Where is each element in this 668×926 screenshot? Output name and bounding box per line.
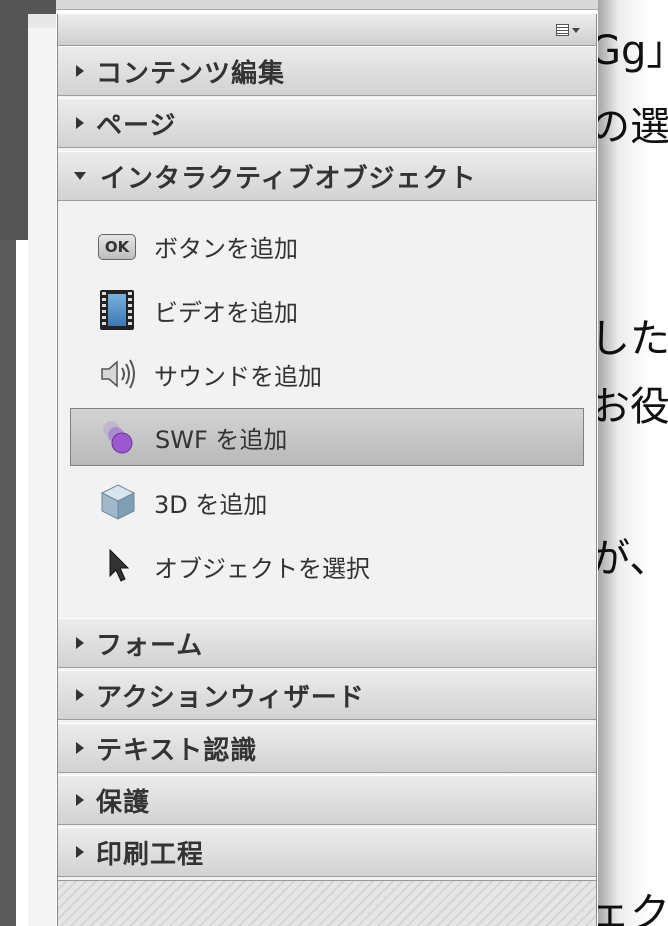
tool-label: SWF を追加: [155, 425, 288, 454]
disclosure-right-icon: [76, 117, 84, 129]
tool-add-swf[interactable]: SWF を追加: [70, 408, 584, 466]
panel-empty-area: [58, 880, 596, 926]
tool-add-sound[interactable]: サウンドを追加: [70, 345, 584, 403]
disclosure-right-icon: [76, 794, 84, 806]
document-left-background-lower: [0, 240, 16, 926]
section-print-production[interactable]: 印刷工程: [58, 827, 596, 877]
document-text-line: の選択: [598, 104, 668, 150]
tool-label: ビデオを追加: [154, 298, 298, 327]
disclosure-right-icon: [76, 846, 84, 858]
tool-label: オブジェクトを選択: [154, 554, 370, 583]
section-protection[interactable]: 保護: [58, 775, 596, 825]
tool-add-3d[interactable]: 3D を追加: [70, 473, 584, 531]
section-label: 保護: [96, 787, 151, 818]
section-pages[interactable]: ページ: [58, 98, 596, 148]
section-label: アクションウィザード: [96, 682, 365, 713]
tool-add-button[interactable]: OK ボタンを追加: [70, 217, 584, 275]
tool-label: ボタンを追加: [154, 234, 298, 263]
interactive-objects-tool-list: OK ボタンを追加 ビデオを追加 サウンドを追加 SWF を追加 3D を追加 …: [58, 205, 596, 618]
cube-icon: [98, 482, 138, 522]
section-label: 印刷工程: [96, 839, 205, 870]
section-interactive-objects[interactable]: インタラクティブオブジェクト: [58, 151, 596, 201]
scroll-track-top: [28, 14, 56, 28]
document-text-line: が、: [598, 536, 668, 582]
document-text-line: お役: [598, 384, 668, 430]
section-label: ページ: [96, 110, 177, 141]
chevron-down-icon: [572, 27, 580, 33]
disclosure-right-icon: [76, 637, 84, 649]
tool-add-video[interactable]: ビデオを追加: [70, 281, 584, 339]
window-top-edge: [56, 0, 656, 10]
list-icon: [556, 24, 569, 36]
section-text-recognition[interactable]: テキスト認識: [58, 723, 596, 773]
swf-icon: [99, 417, 139, 457]
document-page: Gg」 の選択 した お役 が、 ェク: [598, 0, 668, 926]
section-label: フォーム: [96, 630, 204, 661]
tool-label: サウンドを追加: [154, 362, 322, 391]
film-icon: [98, 290, 138, 330]
document-text-line: Gg」: [598, 28, 668, 74]
tool-select-object[interactable]: オブジェクトを選択: [70, 537, 584, 595]
ok-button-icon: OK: [98, 226, 138, 266]
panel-options-menu-icon[interactable]: [556, 22, 586, 38]
disclosure-right-icon: [76, 65, 84, 77]
ok-button-icon-text: OK: [98, 234, 136, 260]
section-forms[interactable]: フォーム: [58, 618, 596, 668]
document-page-edge: [16, 240, 28, 926]
arrow-pointer-icon: [98, 546, 138, 586]
tools-panel: コンテンツ編集 ページ インタラクティブオブジェクト OK ボタンを追加 ビデオ…: [57, 14, 597, 926]
disclosure-down-icon: [74, 172, 86, 180]
speaker-icon: [98, 354, 138, 394]
document-text-line: した: [598, 316, 668, 362]
document-text-line: ェク: [598, 890, 668, 926]
panel-toolbar: [58, 14, 596, 46]
tool-label: 3D を追加: [154, 490, 268, 519]
disclosure-right-icon: [76, 689, 84, 701]
section-label: コンテンツ編集: [96, 58, 286, 89]
section-label: テキスト認識: [96, 735, 258, 766]
section-action-wizard[interactable]: アクションウィザード: [58, 670, 596, 720]
vertical-scrollbar[interactable]: [28, 28, 56, 926]
disclosure-right-icon: [76, 742, 84, 754]
section-label: インタラクティブオブジェクト: [100, 163, 477, 194]
section-content-editing[interactable]: コンテンツ編集: [58, 46, 596, 96]
